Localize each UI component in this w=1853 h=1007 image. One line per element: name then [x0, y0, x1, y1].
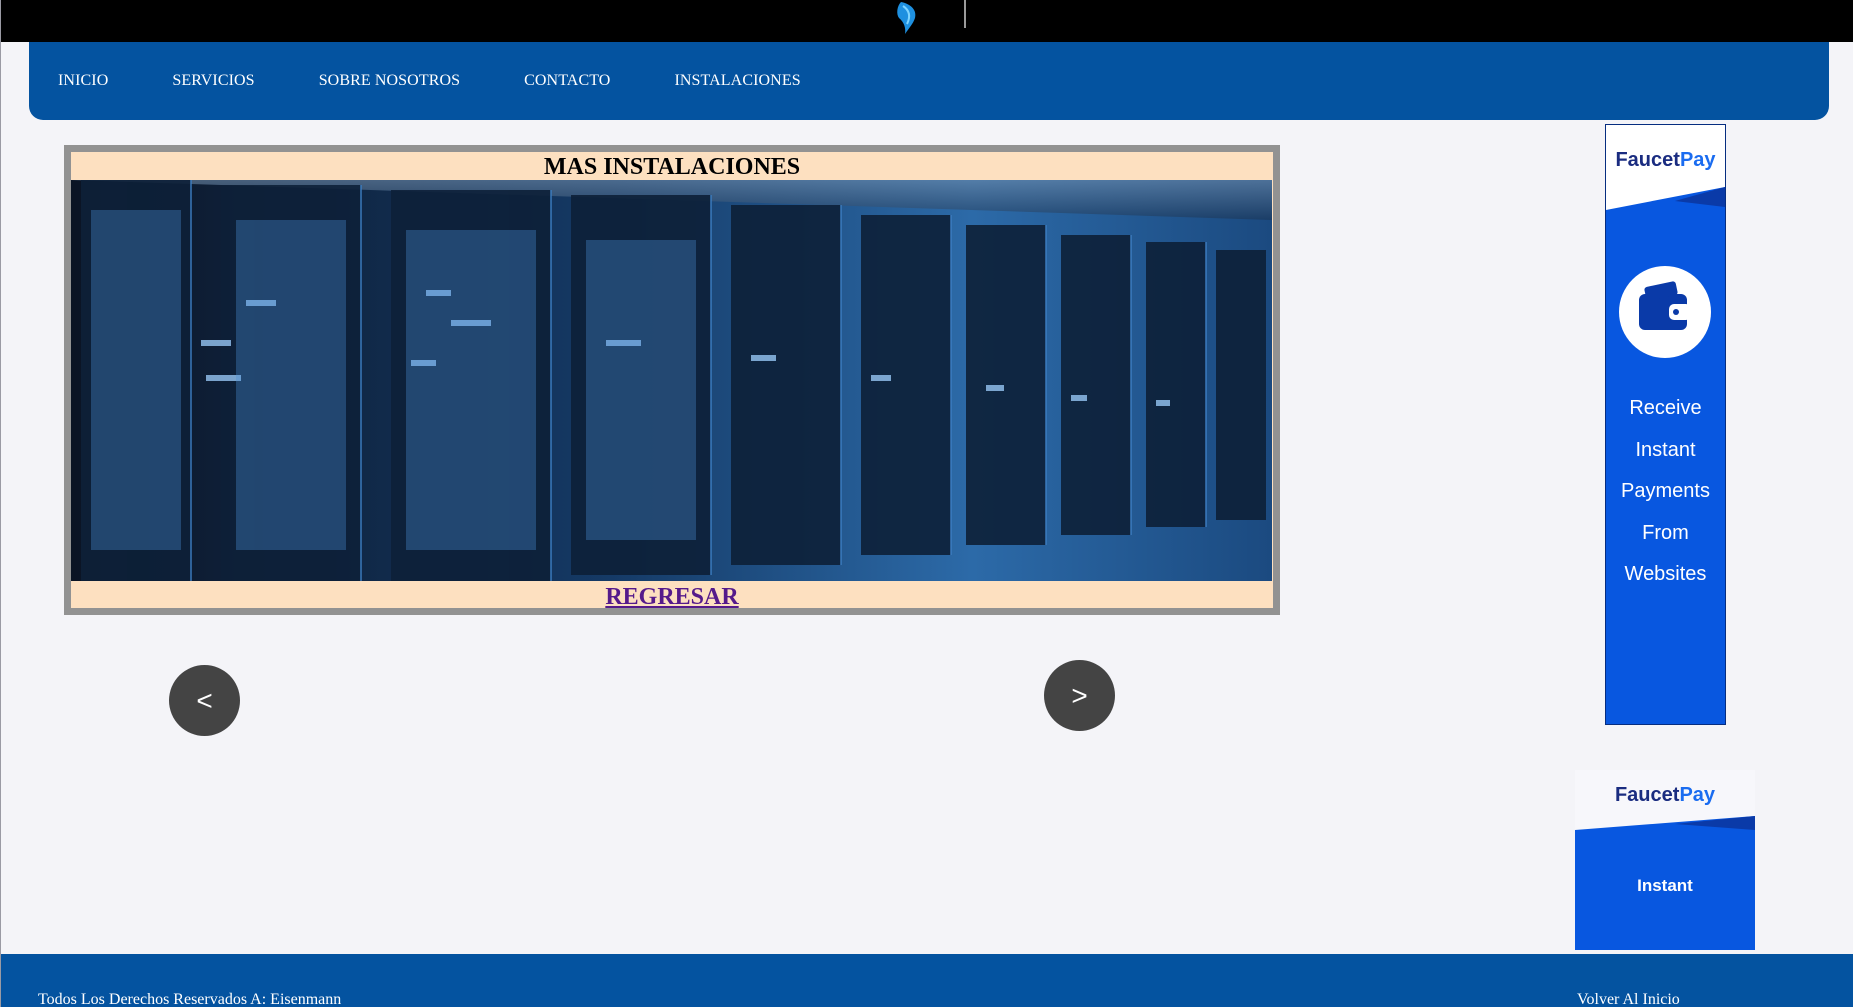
- nav-item-instalaciones[interactable]: INSTALACIONES: [674, 72, 800, 90]
- nav-item-contacto[interactable]: CONTACTO: [524, 72, 610, 90]
- ad-line: Receive: [1629, 397, 1702, 419]
- gallery-frame: MAS INSTALACIONES REGRESAR: [64, 145, 1280, 615]
- ad-tagline: Instant: [1637, 876, 1693, 895]
- ad-brand: FaucetPay: [1606, 149, 1725, 172]
- back-to-top-link[interactable]: Volver Al Inicio: [1577, 991, 1680, 1007]
- next-slide-button[interactable]: >: [1044, 660, 1115, 731]
- ad-line: Websites: [1624, 563, 1707, 586]
- server-racks-image: [71, 180, 1272, 581]
- gallery-title: MAS INSTALACIONES: [543, 154, 801, 180]
- ad-line: Instant: [1635, 438, 1696, 461]
- faucetpay-ad-tall[interactable]: FaucetPay Receive Instant Payments From …: [1605, 124, 1726, 725]
- ad-icon-circle: [1619, 266, 1711, 358]
- ad-line: From: [1642, 521, 1689, 544]
- ad-brand-pay: Pay: [1679, 149, 1716, 171]
- regresar-link[interactable]: REGRESAR: [605, 584, 738, 610]
- ad-line: Payments: [1621, 480, 1710, 503]
- header-divider: [964, 0, 966, 28]
- faucetpay-ad-small[interactable]: FaucetPay Instant: [1575, 770, 1755, 950]
- datacenter-photo: [71, 180, 1272, 581]
- feather-logo-icon[interactable]: [889, 0, 925, 36]
- nav-item-sobre-nosotros[interactable]: SOBRE NOSOTROS: [319, 72, 460, 90]
- main-navigation: INICIO SERVICIOS SOBRE NOSOTROS CONTACTO…: [29, 42, 1829, 120]
- ad-stripe: [1575, 816, 1755, 846]
- ad-stripe: [1606, 187, 1725, 237]
- ad-tagline: Receive Instant Payments From Websites: [1606, 388, 1725, 596]
- wallet-icon: [1639, 281, 1691, 330]
- ad-brand-pay: Pay: [1679, 784, 1716, 806]
- footer: Todos Los Derechos Reservados A: Eisenma…: [1, 954, 1853, 1007]
- back-link-container: REGRESAR: [71, 582, 1273, 610]
- top-bar: [1, 0, 1853, 42]
- prev-slide-button[interactable]: <: [169, 665, 240, 736]
- ad-brand-faucet: Faucet: [1615, 149, 1680, 171]
- nav-item-inicio[interactable]: INICIO: [58, 72, 108, 90]
- ad-brand: FaucetPay: [1575, 784, 1755, 807]
- copyright-text: Todos Los Derechos Reservados A: Eisenma…: [38, 991, 342, 1007]
- nav-item-servicios[interactable]: SERVICIOS: [172, 72, 254, 90]
- ad-brand-faucet: Faucet: [1614, 784, 1680, 806]
